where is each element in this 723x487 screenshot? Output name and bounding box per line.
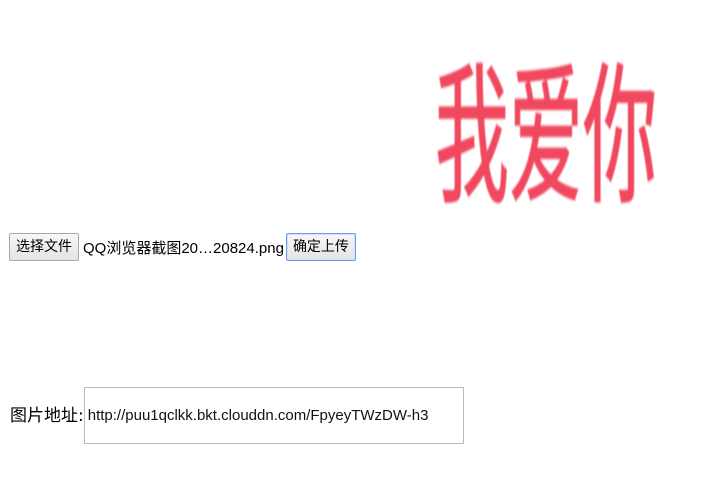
image-address-label: 图片地址: — [10, 405, 84, 426]
choose-file-button[interactable]: 选择文件 — [9, 233, 79, 261]
uploaded-image-preview: 我爱你 — [430, 18, 662, 227]
uploaded-image-text: 我爱你 — [435, 50, 657, 218]
upload-row: 选择文件 QQ浏览器截图20…20824.png 确定上传 — [9, 232, 356, 262]
uploaded-image-graphic: 我爱你 — [434, 49, 657, 227]
image-address-row: 图片地址: — [10, 387, 464, 444]
confirm-upload-button[interactable]: 确定上传 — [285, 233, 356, 261]
image-address-input[interactable] — [83, 387, 464, 444]
selected-file-name: QQ浏览器截图20…20824.png — [83, 239, 284, 257]
